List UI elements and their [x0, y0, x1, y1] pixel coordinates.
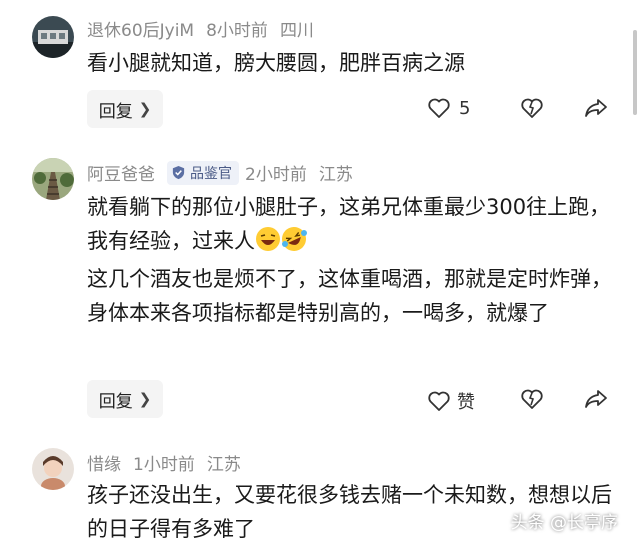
avatar[interactable] — [32, 448, 74, 490]
share-button[interactable] — [584, 97, 608, 119]
chevron-right-icon: ❯ — [138, 100, 152, 118]
verified-shield-icon — [172, 165, 185, 180]
reply-button[interactable]: 回复 ❯ — [87, 90, 163, 128]
comment-meta: 惜缘 1小时前 江苏 — [87, 450, 241, 475]
avatar[interactable] — [32, 16, 74, 58]
dislike-heart-icon — [521, 98, 543, 118]
scrollbar[interactable] — [633, 30, 637, 115]
like-button[interactable]: 赞 — [427, 388, 475, 414]
comment-meta: 阿豆爸爸 品鉴官 2小时前 江苏 — [87, 160, 353, 185]
comment-text-line-2: 这几个酒友也是烦不了，这体重喝酒，那就是定时炸弹，身体本来各项指标都是特别高的，… — [87, 267, 612, 325]
avatar[interactable] — [32, 158, 74, 200]
like-button[interactable]: 5 — [427, 97, 470, 119]
comment-text: 看小腿就知道，膀大腰圆，肥胖百病之源 — [87, 51, 465, 75]
username[interactable]: 退休60后JyiM — [87, 16, 194, 41]
dislike-heart-icon — [521, 389, 543, 409]
verified-badge: 品鉴官 — [167, 160, 239, 185]
reply-label: 回复 — [98, 391, 133, 412]
username[interactable]: 惜缘 — [87, 450, 121, 475]
heart-icon — [428, 391, 450, 411]
username[interactable]: 阿豆爸爸 — [87, 160, 155, 185]
timestamp: 8小时前 — [206, 21, 268, 41]
comment-meta: 退休60后JyiM 8小时前 四川 — [87, 16, 314, 41]
comment-text: 就看躺下的那位小腿肚子，这弟兄体重最少300往上跑，我有经验，过来人 这几个酒友… — [87, 190, 617, 330]
location: 四川 — [279, 21, 314, 41]
timestamp: 2小时前 — [245, 165, 307, 185]
heart-icon — [428, 98, 450, 118]
location: 江苏 — [318, 165, 353, 185]
reply-button[interactable]: 回复 ❯ — [87, 380, 163, 418]
like-count: 5 — [459, 97, 471, 119]
location: 江苏 — [206, 455, 241, 475]
dislike-button[interactable] — [520, 388, 544, 410]
dislike-button[interactable] — [520, 97, 544, 119]
share-button[interactable] — [584, 388, 608, 410]
share-icon — [585, 390, 607, 408]
badge-label: 品鉴官 — [190, 165, 232, 182]
timestamp: 1小时前 — [133, 455, 195, 475]
laughing-emoji — [255, 226, 281, 262]
reply-label: 回复 — [98, 101, 133, 122]
watermark: 头条 @长亭序 — [510, 513, 618, 533]
like-label: 赞 — [457, 392, 475, 413]
chevron-right-icon: ❯ — [138, 390, 152, 408]
comment-text-line-1: 就看躺下的那位小腿肚子，这弟兄体重最少300往上跑，我有经验，过来人 — [87, 195, 611, 253]
share-icon — [585, 99, 607, 117]
rolling-laugh-emoji — [281, 226, 307, 262]
